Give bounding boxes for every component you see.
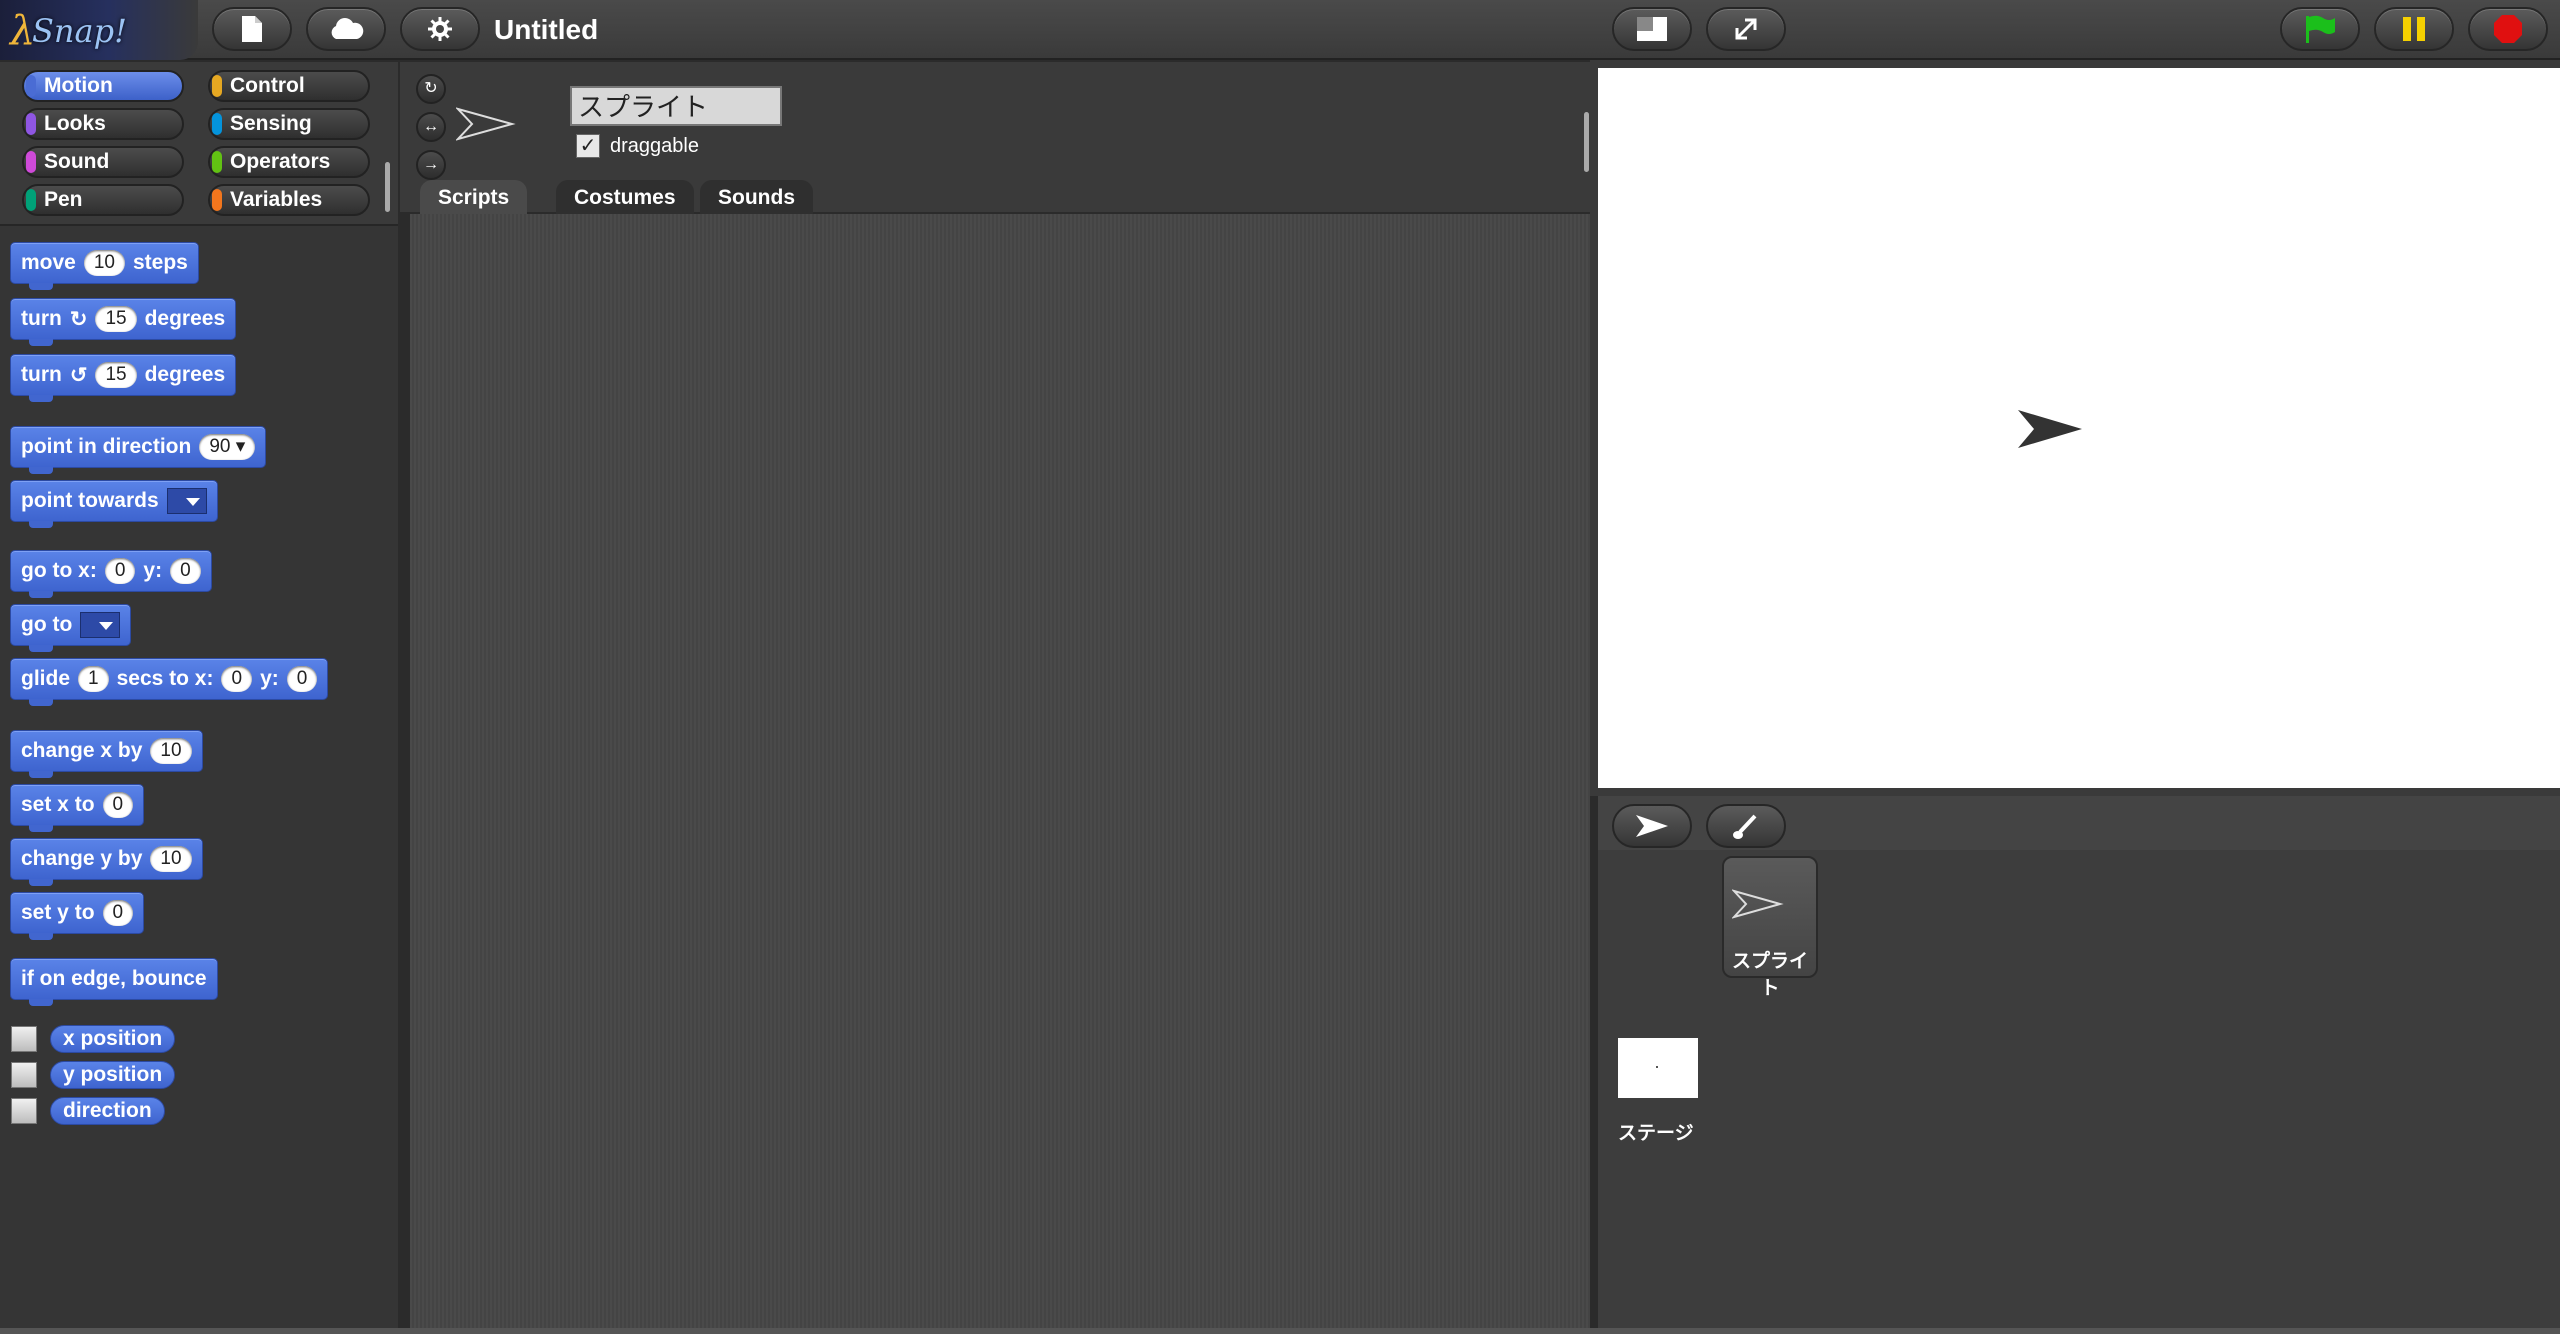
y-input[interactable]: 0 xyxy=(170,558,201,584)
category-sound[interactable]: Sound xyxy=(22,146,184,178)
arrow-icon xyxy=(1636,815,1668,837)
rotation-left-right-button[interactable]: ↔ xyxy=(416,112,446,142)
category-scrollbar[interactable] xyxy=(385,162,390,212)
block-set-x[interactable]: set x to 0 xyxy=(10,784,145,832)
category-selector: Motion Control Looks Sensing Sound Opera… xyxy=(0,62,398,226)
target-dropdown[interactable] xyxy=(80,612,121,638)
tab-costumes[interactable]: Costumes xyxy=(556,180,694,216)
cloud-icon xyxy=(331,18,364,39)
block-if-on-edge-bounce[interactable]: if on edge, bounce xyxy=(10,958,218,1006)
cloud-button[interactable] xyxy=(306,7,386,51)
category-motion[interactable]: Motion xyxy=(22,70,184,102)
dx-input[interactable]: 10 xyxy=(150,738,192,764)
file-button[interactable] xyxy=(212,7,292,51)
corral-stage-label: ステージ xyxy=(1618,1123,1694,1144)
snap-logo[interactable]: λ Snap! xyxy=(0,0,198,60)
reporter-x-position[interactable]: x position xyxy=(50,1025,176,1053)
draggable-label: draggable xyxy=(610,135,699,157)
stage-size-button[interactable] xyxy=(1612,7,1692,51)
block-set-y[interactable]: set y to 0 xyxy=(10,892,145,940)
y-input[interactable]: 0 xyxy=(286,666,318,692)
header-scrollbar[interactable] xyxy=(1584,112,1589,172)
top-bar: λ Snap! Untitled xyxy=(0,0,2560,60)
target-dropdown[interactable] xyxy=(166,488,207,514)
paint-new-sprite-button[interactable] xyxy=(1706,804,1786,848)
gear-icon xyxy=(428,17,452,41)
category-variables[interactable]: Variables xyxy=(208,184,370,216)
draggable-checkbox[interactable]: ✓ xyxy=(576,134,600,158)
reporter-y-position[interactable]: y position xyxy=(50,1061,176,1089)
bottom-edge xyxy=(0,1328,2560,1334)
direction-watcher-checkbox[interactable] xyxy=(11,1098,37,1124)
sprite-costume-icon xyxy=(1732,889,1784,919)
settings-button[interactable] xyxy=(400,7,480,51)
stage-size-icon xyxy=(1637,17,1667,41)
brush-icon xyxy=(1733,814,1757,839)
category-operators[interactable]: Operators xyxy=(208,146,370,178)
block-go-to[interactable]: go to xyxy=(10,604,132,652)
counterclockwise-icon: ↺ xyxy=(69,363,88,387)
block-turn-counterclockwise[interactable]: turn ↺ 15 degrees xyxy=(10,354,237,402)
category-pen[interactable]: Pen xyxy=(22,184,184,216)
reporter-direction[interactable]: direction xyxy=(50,1097,165,1125)
corral-sprite-label: スプライト xyxy=(1731,951,1808,999)
stop-button[interactable] xyxy=(2468,7,2548,51)
category-control[interactable]: Control xyxy=(208,70,370,102)
block-change-y[interactable]: change y by 10 xyxy=(10,838,203,886)
pause-button[interactable] xyxy=(2374,7,2454,51)
page-icon xyxy=(242,16,262,42)
category-sensing[interactable]: Sensing xyxy=(208,108,370,140)
corral-stage-icon[interactable] xyxy=(1618,1038,1698,1098)
block-turn-clockwise[interactable]: turn ↻ 15 degrees xyxy=(10,298,237,346)
x-input[interactable]: 0 xyxy=(102,792,134,818)
tab-scripts[interactable]: Scripts xyxy=(420,180,528,216)
rotation-none-button[interactable]: → xyxy=(416,150,446,180)
block-glide[interactable]: glide 1 secs to x: 0 y: 0 xyxy=(10,658,329,706)
add-turtle-sprite-button[interactable] xyxy=(1612,804,1692,848)
dy-input[interactable]: 10 xyxy=(150,846,192,872)
corral-sprite-icon[interactable]: スプライト xyxy=(1722,856,1818,999)
degrees-input[interactable]: 15 xyxy=(95,306,137,332)
sprite-header: ↻ ↔ → スプライト ✓ draggable Scripts Costumes… xyxy=(400,62,1590,216)
sprite-arrow-icon[interactable] xyxy=(2016,408,2084,450)
stop-icon xyxy=(2494,15,2522,43)
block-palette: move 10 steps turn ↻ 15 degrees turn ↺ 1… xyxy=(0,226,398,1328)
block-point-in-direction[interactable]: point in direction 90 ▾ xyxy=(10,426,267,474)
degrees-input[interactable]: 15 xyxy=(95,362,137,388)
x-input[interactable]: 0 xyxy=(104,558,136,584)
expand-icon xyxy=(1735,18,1757,40)
block-go-to-xy[interactable]: go to x: 0 y: 0 xyxy=(10,550,212,598)
green-flag-button[interactable] xyxy=(2280,7,2360,51)
green-flag-icon xyxy=(2306,15,2335,43)
x-position-watcher-checkbox[interactable] xyxy=(11,1026,37,1052)
x-input[interactable]: 0 xyxy=(221,666,253,692)
category-looks[interactable]: Looks xyxy=(22,108,184,140)
direction-input[interactable]: 90 ▾ xyxy=(199,434,256,460)
sprite-name-field[interactable]: スプライト xyxy=(570,86,782,126)
sprite-thumbnail-icon xyxy=(456,107,516,141)
rotation-can-rotate-button[interactable]: ↻ xyxy=(416,74,446,104)
stage[interactable] xyxy=(1598,68,2560,788)
logo-text: Snap! xyxy=(32,12,127,50)
y-input[interactable]: 0 xyxy=(102,900,134,926)
fullscreen-button[interactable] xyxy=(1706,7,1786,51)
block-change-x[interactable]: change x by 10 xyxy=(10,730,203,778)
project-title: Untitled xyxy=(494,14,599,45)
y-position-watcher-checkbox[interactable] xyxy=(11,1062,37,1088)
scripts-area[interactable] xyxy=(410,214,1590,1328)
secs-input[interactable]: 1 xyxy=(78,666,109,692)
block-move-steps[interactable]: move 10 steps xyxy=(10,242,199,290)
clockwise-icon: ↻ xyxy=(69,307,88,331)
block-point-towards[interactable]: point towards xyxy=(10,480,218,528)
pause-icon xyxy=(2403,17,2425,41)
tab-sounds[interactable]: Sounds xyxy=(700,180,813,216)
steps-input[interactable]: 10 xyxy=(83,250,125,276)
